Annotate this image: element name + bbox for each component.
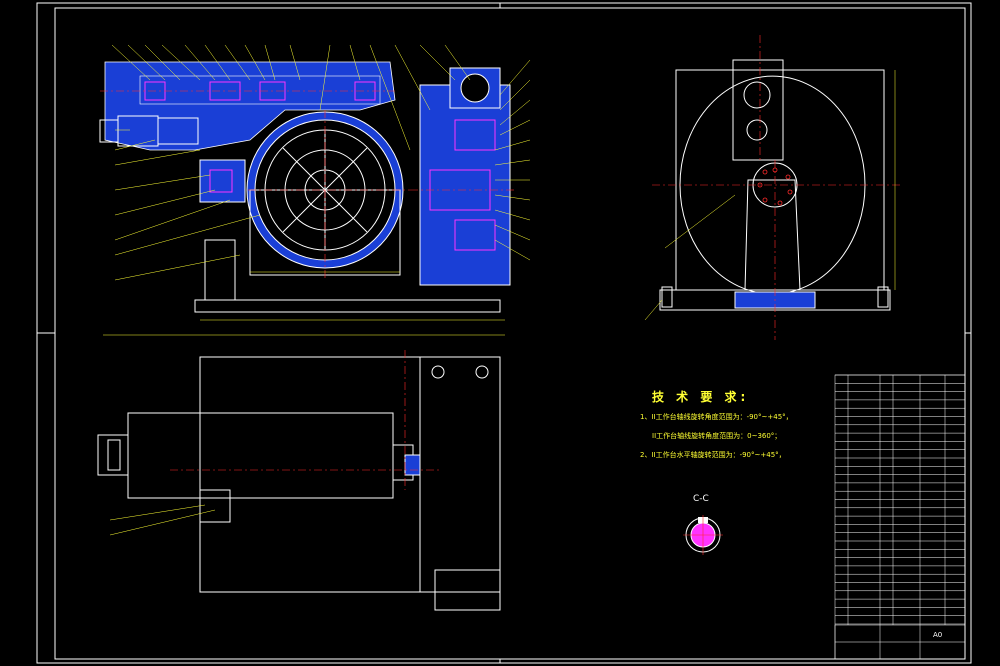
front-view [99, 44, 531, 336]
tech-requirement-line-1: 1、II工作台轴线旋转角度范围为：-90°~+45°， [640, 413, 793, 421]
top-view [97, 350, 501, 611]
side-view [644, 35, 900, 340]
tech-requirements-title: 技 术 要 求: [652, 390, 750, 404]
sheet-size: A0 [933, 631, 943, 639]
engineering-drawing [36, 2, 972, 664]
section-label: C-C [693, 494, 709, 504]
section-c-c [683, 515, 723, 555]
tech-requirement-line-3: 2、II工作台水平轴旋转范围为：-90°~+45°， [640, 451, 786, 459]
parts-list [834, 374, 966, 660]
tech-requirement-line-2: II工作台轴线旋转角度范围为：0~360°； [652, 432, 782, 440]
